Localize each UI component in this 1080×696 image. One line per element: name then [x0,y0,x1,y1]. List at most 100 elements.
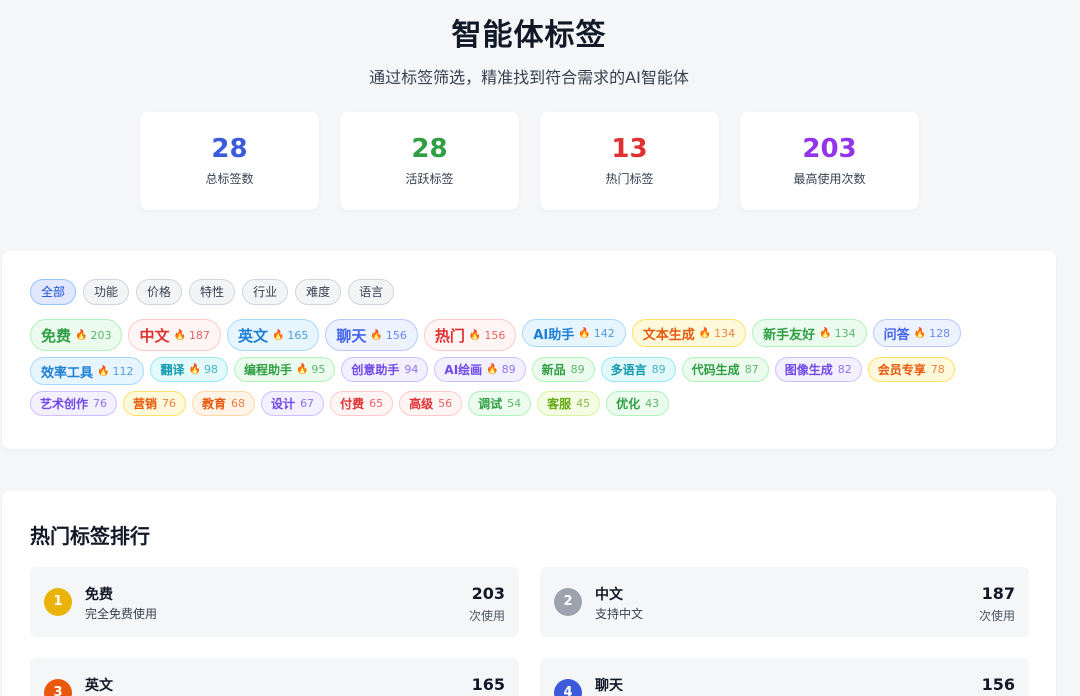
tag-count: 54 [507,397,522,410]
category-filter-bar: 全部 功能 价格 特性 行业 难度 语言 [30,279,1028,305]
filter-chip[interactable]: 特性 [189,279,236,305]
tag-chip[interactable]: 新手友好 🔥 134 [752,319,867,347]
ranking-item[interactable]: 4 聊天 156 [540,658,1029,696]
stat-card-total-tags: 28 总标签数 [140,112,319,210]
ranking-tag-name: 聊天 [595,678,623,694]
tag-chip[interactable]: 营销 76 [123,391,187,416]
tag-chip[interactable]: 教育 68 [192,391,256,416]
tag-chip[interactable]: 图像生成 82 [774,357,862,382]
tag-chip[interactable]: 热门 🔥 156 [423,319,517,351]
tag-count: 203 [90,328,112,342]
ranking-title: 热门标签排行 [30,524,150,548]
ranking-usage-count: 156 [981,675,1015,694]
fire-icon: 🔥 [468,329,482,341]
tag-chip[interactable]: 编程助手 🔥 95 [233,357,336,382]
tag-count: 68 [231,397,246,410]
tag-label: 免费 [41,326,72,345]
tag-chip[interactable]: 代码生成 87 [681,357,769,382]
stat-value: 203 [802,134,857,164]
filter-chip[interactable]: 难度 [295,279,342,305]
tag-chip[interactable]: 客服 45 [537,391,601,416]
tag-chip[interactable]: 艺术创作 76 [30,391,118,416]
tag-chip[interactable]: 会员专享 78 [867,357,955,382]
tag-chip[interactable]: 英文 🔥 165 [226,319,320,351]
tag-label: 新品 [541,363,566,377]
fire-icon: 🔥 [578,327,591,339]
ranking-item[interactable]: 2 中文 支持中文 187 次使用 [540,567,1029,637]
tag-count: 67 [300,397,315,410]
ranking-usage-count: 165 [471,675,505,694]
tag-label: 代码生成 [691,363,740,377]
tag-chip[interactable]: 设计 67 [261,391,325,416]
tag-chip[interactable]: 中文 🔥 187 [128,319,221,351]
fire-icon: 🔥 [188,364,201,375]
ranking-tag-desc: 支持中文 [595,607,644,621]
stat-label: 活跃标签 [405,172,454,186]
tag-count: 76 [93,397,108,410]
tag-count: 87 [744,363,759,376]
fire-icon: 🔥 [295,364,309,375]
tag-label: 图像生成 [784,363,833,377]
tag-chip[interactable]: 多语言 89 [600,357,676,382]
tag-count: 89 [570,363,585,376]
tag-label: 教育 [202,397,227,411]
tag-label: AI助手 [533,327,575,343]
tag-label: 创意助手 [351,363,400,377]
stat-label: 热门标签 [605,172,654,186]
ranking-tag-name: 免费 [85,587,113,603]
tag-count: 134 [714,326,736,340]
fire-icon: 🔥 [370,329,383,341]
fire-icon: 🔥 [75,329,88,341]
ranking-grid: 1 免费 完全免费使用 203 次使用 2 中文 支持中文 187 次使用 3 英文 165 4 聊天 156 [30,567,1029,696]
tag-chip[interactable]: 聊天 🔥 156 [325,319,418,351]
tag-chip[interactable]: 翻译 🔥 98 [150,357,228,382]
tag-label: 营销 [133,397,158,411]
ranking-item[interactable]: 1 免费 完全免费使用 203 次使用 [30,567,519,637]
page-title: 智能体标签 [451,18,607,53]
tag-label: 翻译 [160,363,185,377]
stat-value: 28 [211,134,248,164]
tag-label: 优化 [616,397,641,411]
tag-chip[interactable]: 文本生成 🔥 134 [631,319,747,347]
tag-chip[interactable]: 调试 54 [468,391,532,416]
stat-value: 28 [411,134,448,164]
ranking-item[interactable]: 3 英文 165 [30,658,519,696]
rank-badge: 4 [554,679,582,696]
tag-label: 中文 [139,326,170,345]
tag-chip[interactable]: 新品 89 [531,357,595,382]
tag-chip[interactable]: 免费 🔥 203 [30,319,123,351]
tag-count: 187 [188,328,210,342]
tag-count: 65 [369,397,384,410]
tag-count: 45 [576,397,591,410]
tag-label: 新手友好 [763,327,816,343]
filter-chip[interactable]: 价格 [136,279,183,305]
tag-cloud: 免费 🔥 203 中文 🔥 187 英文 🔥 165 聊天 🔥 156 热门 🔥 156 AI助手 🔥 142 文本… [30,319,1028,416]
tag-chip[interactable]: 效率工具 🔥 112 [30,357,145,385]
fire-icon: 🔥 [173,329,186,341]
rank-badge: 3 [44,679,72,696]
filter-chip[interactable]: 语言 [348,279,395,305]
fire-icon: 🔥 [698,327,712,339]
tag-chip[interactable]: 创意助手 94 [341,357,429,382]
tag-chip[interactable]: AI助手 🔥 142 [522,319,626,347]
tag-chip[interactable]: 优化 43 [606,391,670,416]
tag-label: 聊天 [336,326,367,345]
tag-count: 78 [930,363,945,376]
stat-card-max-usage: 203 最高使用次数 [740,112,919,210]
tag-count: 76 [162,397,177,410]
tag-chip[interactable]: 付费 65 [330,391,394,416]
stats-row: 28 总标签数 28 活跃标签 13 热门标签 203 最高使用次数 [140,112,919,210]
tag-label: 客服 [547,397,572,411]
tag-row: 免费 🔥 203 中文 🔥 187 英文 🔥 165 聊天 🔥 156 热门 🔥 156 AI助手 🔥 142 文本… [30,319,1028,351]
tag-chip[interactable]: 问答 🔥 128 [872,319,962,347]
stat-label: 最高使用次数 [793,172,866,186]
page-subtitle: 通过标签筛选，精准找到符合需求的AI智能体 [369,68,689,87]
tag-count: 98 [203,363,218,376]
filter-chip[interactable]: 全部 [30,279,77,305]
fire-icon: 🔥 [819,327,832,339]
tag-label: 会员专享 [877,363,926,377]
filter-chip[interactable]: 行业 [242,279,289,305]
tag-chip[interactable]: AI绘画 🔥 89 [434,357,526,382]
tag-chip[interactable]: 高级 56 [399,391,463,416]
filter-chip[interactable]: 功能 [83,279,130,305]
